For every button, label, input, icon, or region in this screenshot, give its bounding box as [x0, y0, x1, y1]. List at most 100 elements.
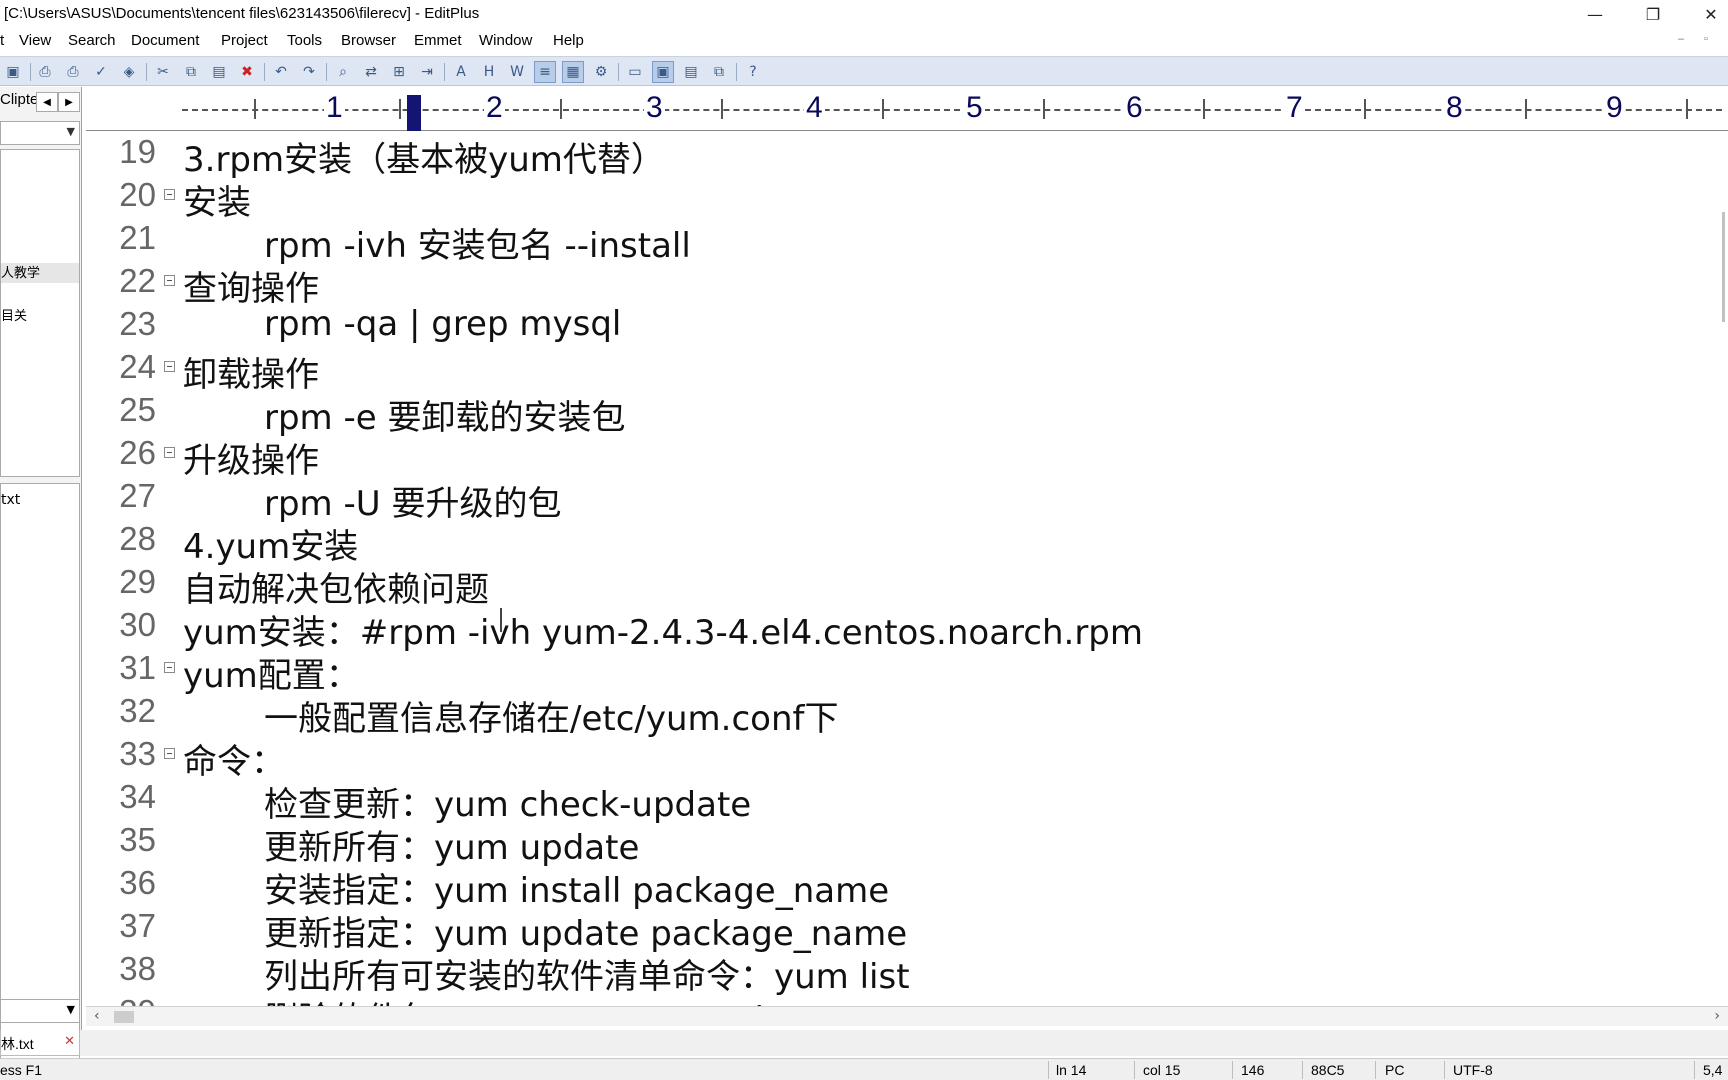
print-preview-icon[interactable]: ⎙ — [34, 61, 56, 83]
fold-toggle-icon[interactable] — [164, 361, 175, 372]
editor-line[interactable]: 29 自动解决包依赖问题 — [86, 561, 1686, 610]
restore-button[interactable]: ❐ — [1626, 0, 1680, 28]
preview-icon[interactable]: ◈ — [118, 61, 140, 83]
find-in-files-icon[interactable]: ⊞ — [388, 61, 410, 83]
fold-toggle-icon[interactable] — [164, 275, 175, 286]
status-divider — [1048, 1061, 1049, 1079]
fold-toggle-icon[interactable] — [164, 447, 175, 458]
editor-line[interactable]: 25 rpm -e 要卸载的安装包 — [86, 389, 1686, 438]
paste-icon[interactable]: ▤ — [208, 61, 230, 83]
ruler-number: 3 — [644, 91, 665, 125]
chevron-right-icon[interactable]: › — [1714, 1008, 1720, 1024]
help-icon[interactable]: ? — [742, 61, 764, 83]
editor-line[interactable]: 38 列出所有可安装的软件清单命令：yum list — [86, 948, 1686, 997]
editor-line[interactable]: 30 yum安装：#rpm -ivh yum-2.4.3-4.el4.centos… — [86, 604, 1686, 653]
line-number-icon[interactable]: ≡ — [534, 61, 556, 83]
cut-icon[interactable]: ✂ — [152, 61, 174, 83]
chevron-right-icon[interactable]: ▶ — [58, 92, 80, 112]
toolbar-separator — [618, 63, 619, 81]
cliptext-library-select[interactable]: ▼ — [0, 121, 80, 145]
list-item[interactable]: 人教学 — [1, 262, 40, 281]
editor-line[interactable]: 31 yum配置： — [86, 647, 1686, 696]
document-tab[interactable]: 林.txt ✕ — [0, 1030, 80, 1056]
print-icon[interactable]: ⎙ — [62, 61, 84, 83]
editor-line[interactable]: 23 rpm -qa | grep mysql — [86, 303, 1686, 346]
menu-project[interactable]: Project — [221, 32, 268, 49]
line-number: 30 — [119, 606, 156, 643]
cliptext-window-icon[interactable]: ▣ — [652, 61, 674, 83]
document-tab-label: 林.txt — [1, 1036, 34, 1052]
chevron-left-icon[interactable]: ◀ — [36, 92, 58, 112]
status-eol-type[interactable]: PC — [1385, 1062, 1404, 1078]
directory-file-list[interactable]: txt — [0, 483, 80, 1080]
editor-line[interactable]: 22 查询操作 — [86, 260, 1686, 309]
close-icon[interactable]: ✕ — [64, 1034, 75, 1049]
preferences-icon[interactable]: ⚙ — [590, 61, 612, 83]
ruler-icon[interactable]: ▦ — [562, 61, 584, 83]
file-list-item[interactable]: txt — [1, 492, 20, 508]
editor-line[interactable]: 32 一般配置信息存储在/etc/yum.conf下 — [86, 690, 1686, 739]
editor-line[interactable]: 21 rpm -ivh 安装包名 --install — [86, 217, 1686, 266]
editor-line[interactable]: 28 4.yum安装 — [86, 518, 1686, 567]
goto-line-icon[interactable]: ⇥ — [416, 61, 438, 83]
chevron-left-icon[interactable]: ‹ — [94, 1008, 100, 1024]
menu-view[interactable]: View — [19, 32, 51, 49]
ruler-number: 4 — [804, 91, 825, 125]
menu-help[interactable]: Help — [553, 32, 584, 49]
fold-toggle-icon[interactable] — [164, 189, 175, 200]
menu-browser[interactable]: Browser — [341, 32, 396, 49]
vertical-scrollbar[interactable] — [1720, 132, 1728, 1006]
editor-line[interactable]: 39 删除软件包：yum remove package_name — [86, 991, 1686, 1006]
menu-search[interactable]: Search — [68, 32, 116, 49]
output-window-icon[interactable]: ▤ — [680, 61, 702, 83]
mdi-restore-button[interactable]: ▫ — [1704, 33, 1708, 45]
cliptext-list[interactable]: 人教学 目关 — [0, 149, 80, 477]
close-button[interactable]: ✕ — [1684, 0, 1728, 28]
html-toolbar-icon[interactable]: H — [478, 61, 500, 83]
directory-window-icon[interactable]: ▭ — [624, 61, 646, 83]
menu-document[interactable]: Document — [131, 32, 199, 49]
editor-line[interactable]: 19 3.rpm安装（基本被yum代替） — [86, 132, 1686, 180]
undo-icon[interactable]: ↶ — [270, 61, 292, 83]
list-item[interactable]: 目关 — [1, 305, 27, 324]
line-number: 31 — [119, 649, 156, 686]
menu-tools[interactable]: Tools — [287, 32, 322, 49]
menu-emmet[interactable]: Emmet — [414, 32, 462, 49]
scrollbar-thumb[interactable] — [114, 1011, 134, 1023]
editor-line[interactable]: 34 检查更新：yum check-update — [86, 776, 1686, 825]
delete-icon[interactable]: ✖ — [236, 61, 258, 83]
status-divider — [1694, 1061, 1695, 1079]
ruler-number: 2 — [484, 91, 505, 125]
menu-window[interactable]: Window — [479, 32, 532, 49]
tile-windows-icon[interactable]: ⧉ — [708, 61, 730, 83]
editor-line[interactable]: 26 升级操作 — [86, 432, 1686, 481]
editor-line[interactable]: 36 安装指定：yum install package_name — [86, 862, 1686, 911]
minimize-button[interactable]: — — [1568, 0, 1622, 28]
file-type-filter-select[interactable]: ▼ — [0, 999, 80, 1023]
fold-toggle-icon[interactable] — [164, 748, 175, 759]
editor-line[interactable]: 27 rpm -U 要升级的包 — [86, 475, 1686, 524]
status-encoding[interactable]: UTF-8 — [1453, 1062, 1493, 1078]
font-icon[interactable]: A — [450, 61, 472, 83]
find-icon[interactable]: ⌕ — [332, 61, 354, 83]
document-tab-bar: 林.txt ✕ — [0, 1030, 1728, 1056]
fold-toggle-icon[interactable] — [164, 662, 175, 673]
menu-edit[interactable]: t — [0, 32, 4, 49]
status-column: col 15 — [1143, 1062, 1181, 1078]
text-editor[interactable]: 19 3.rpm安装（基本被yum代替） 20 安装 21 rpm -ivh 安装包名 -… — [86, 132, 1720, 1006]
editor-line[interactable]: 35 更新所有：yum update — [86, 819, 1686, 868]
editor-line[interactable]: 20 安装 — [86, 174, 1686, 223]
replace-icon[interactable]: ⇄ — [360, 61, 382, 83]
horizontal-scrollbar[interactable]: ‹ › — [86, 1006, 1728, 1026]
scrollbar-thumb[interactable] — [1722, 212, 1725, 322]
copy-icon[interactable]: ⧉ — [180, 61, 202, 83]
redo-icon[interactable]: ↷ — [298, 61, 320, 83]
mdi-minimize-button[interactable]: – — [1678, 33, 1684, 45]
spell-check-icon[interactable]: ✓ — [90, 61, 112, 83]
word-wrap-icon[interactable]: W — [506, 61, 528, 83]
open-remote-icon[interactable]: ▣ — [2, 61, 24, 83]
editor-line[interactable]: 33 命令： — [86, 733, 1686, 782]
toolbar: ▣ ⎙ ⎙ ✓ ◈ ✂ ⧉ ▤ ✖ ↶ ↷ ⌕ ⇄ ⊞ ⇥ A H W ≡ ▦ … — [0, 56, 1728, 86]
editor-line[interactable]: 24 卸载操作 — [86, 346, 1686, 395]
editor-line[interactable]: 37 更新指定：yum update package_name — [86, 905, 1686, 954]
